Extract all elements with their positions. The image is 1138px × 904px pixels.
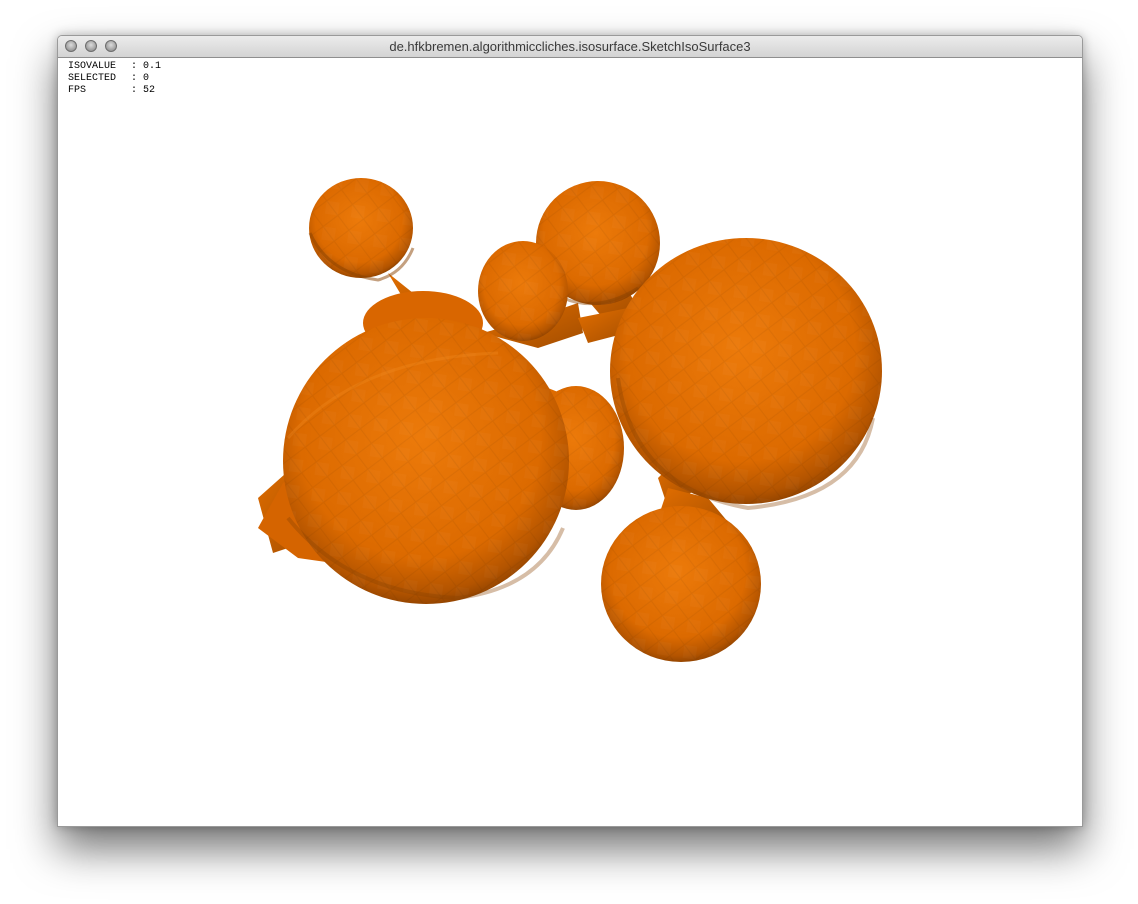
hud-key: FPS xyxy=(68,85,87,96)
hud-key: ISOVALUE xyxy=(68,61,117,72)
hud-separator: : xyxy=(131,73,144,84)
app-window: de.hfkbremen.algorithmiccliches.isosurfa… xyxy=(57,35,1083,827)
hud-row-selected: SELECTED: 0 xyxy=(68,73,161,85)
window-titlebar[interactable]: de.hfkbremen.algorithmiccliches.isosurfa… xyxy=(58,36,1082,58)
isosurface-render xyxy=(258,178,882,662)
hud-separator: : xyxy=(131,85,144,96)
hud-separator: : xyxy=(131,61,144,72)
hud-value: 52 xyxy=(143,85,156,96)
render-canvas[interactable]: ISOVALUE: 0.1 SELECTED: 0 FPS: 52 xyxy=(58,58,1082,826)
hud-row-fps: FPS: 52 xyxy=(68,85,161,97)
blob-small-topleft xyxy=(308,178,415,282)
blob-bottom-right xyxy=(601,506,761,662)
window-title: de.hfkbremen.algorithmiccliches.isosurfa… xyxy=(389,39,751,54)
blob-middle-connector xyxy=(478,241,568,341)
hud-value: 0.1 xyxy=(143,61,162,72)
blob-large-left xyxy=(258,318,569,604)
debug-hud: ISOVALUE: 0.1 SELECTED: 0 FPS: 52 xyxy=(68,61,161,97)
hud-key: SELECTED xyxy=(68,73,117,84)
hud-value: 0 xyxy=(143,73,150,84)
hud-row-isovalue: ISOVALUE: 0.1 xyxy=(68,61,161,73)
blob-large-right xyxy=(610,238,882,511)
